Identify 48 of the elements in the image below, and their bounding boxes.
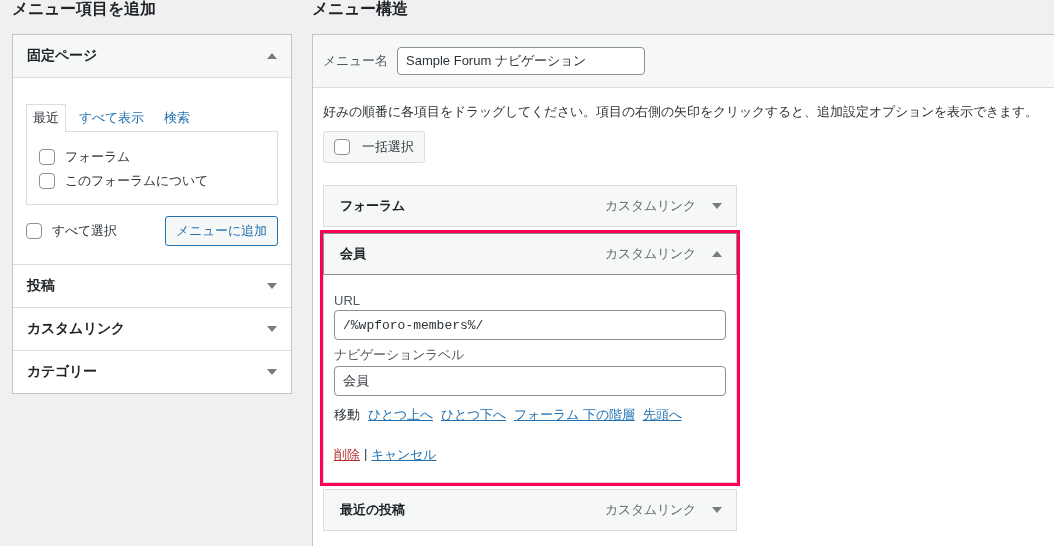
bulk-select-button[interactable]: 一括選択 (323, 131, 425, 163)
move-link[interactable]: 先頭へ (642, 406, 682, 424)
down-arrow-icon[interactable] (712, 507, 722, 513)
tab[interactable]: 検索 (157, 104, 197, 131)
section-heading: メニュー項目を追加 (12, 0, 157, 19)
accordion-header[interactable]: カスタムリンク (13, 308, 291, 350)
instructions-text: 好みの順番に各項目をドラッグしてください。項目の右側の矢印をクリックすると、追加設定オプションを表示できます。 (323, 104, 1039, 121)
menu-item-title: フォーラム (340, 197, 406, 215)
item-type-label: カスタムリンク (605, 245, 696, 263)
tab[interactable]: すべて表示 (72, 104, 151, 131)
up-arrow-icon (267, 53, 277, 59)
tab[interactable]: 最近 (26, 104, 66, 132)
menu-item-bar[interactable]: フォーラム カスタムリンク (323, 185, 737, 227)
menu-item-bar[interactable]: 会員 カスタムリンク (323, 233, 737, 275)
checkbox-label: フォーラム (65, 148, 130, 166)
move-link[interactable]: ひとつ下へ (441, 406, 506, 424)
accordion-header[interactable]: 投稿 (13, 265, 291, 307)
url-field[interactable]: /%wpforo-members%/ (334, 310, 726, 340)
field-label: URL (334, 293, 361, 308)
menu-item-title: 最近の投稿 (340, 501, 406, 519)
cancel-link[interactable]: キャンセル (371, 446, 437, 464)
down-arrow-icon (267, 283, 277, 289)
field-label: メニュー名 (323, 52, 388, 70)
menu-name-field[interactable]: Sample Forum ナビゲーション (397, 47, 645, 75)
navigation-label-field[interactable]: 会員 (334, 366, 726, 396)
checkbox[interactable] (26, 223, 42, 239)
section-heading: メニュー構造 (312, 0, 409, 19)
accordion-header[interactable]: 固定ページ (13, 35, 291, 78)
down-arrow-icon (267, 326, 277, 332)
checkbox-label: すべて選択 (52, 222, 117, 240)
down-arrow-icon[interactable] (712, 203, 722, 209)
checkbox[interactable] (39, 149, 55, 165)
up-arrow-icon[interactable] (712, 251, 722, 257)
move-link[interactable]: ひとつ上へ (368, 406, 433, 424)
down-arrow-icon (267, 369, 277, 375)
item-type-label: カスタムリンク (605, 501, 696, 519)
separator: | (364, 446, 368, 463)
item-type-label: カスタムリンク (605, 197, 696, 215)
move-link[interactable]: フォーラム 下の階層 (514, 406, 635, 424)
field-label: ナビゲーションラベル (334, 346, 465, 364)
checkbox[interactable] (39, 173, 55, 189)
menu-item-title: 会員 (340, 245, 367, 263)
menu-item-bar[interactable]: 最近の投稿 カスタムリンク (323, 489, 737, 531)
add-to-menu-button[interactable]: メニューに追加 (165, 216, 278, 246)
checkbox-label: このフォーラムについて (65, 172, 208, 190)
move-label: 移動 (334, 406, 360, 424)
delete-link[interactable]: 削除 (334, 446, 360, 464)
accordion-header[interactable]: カテゴリー (13, 351, 291, 393)
